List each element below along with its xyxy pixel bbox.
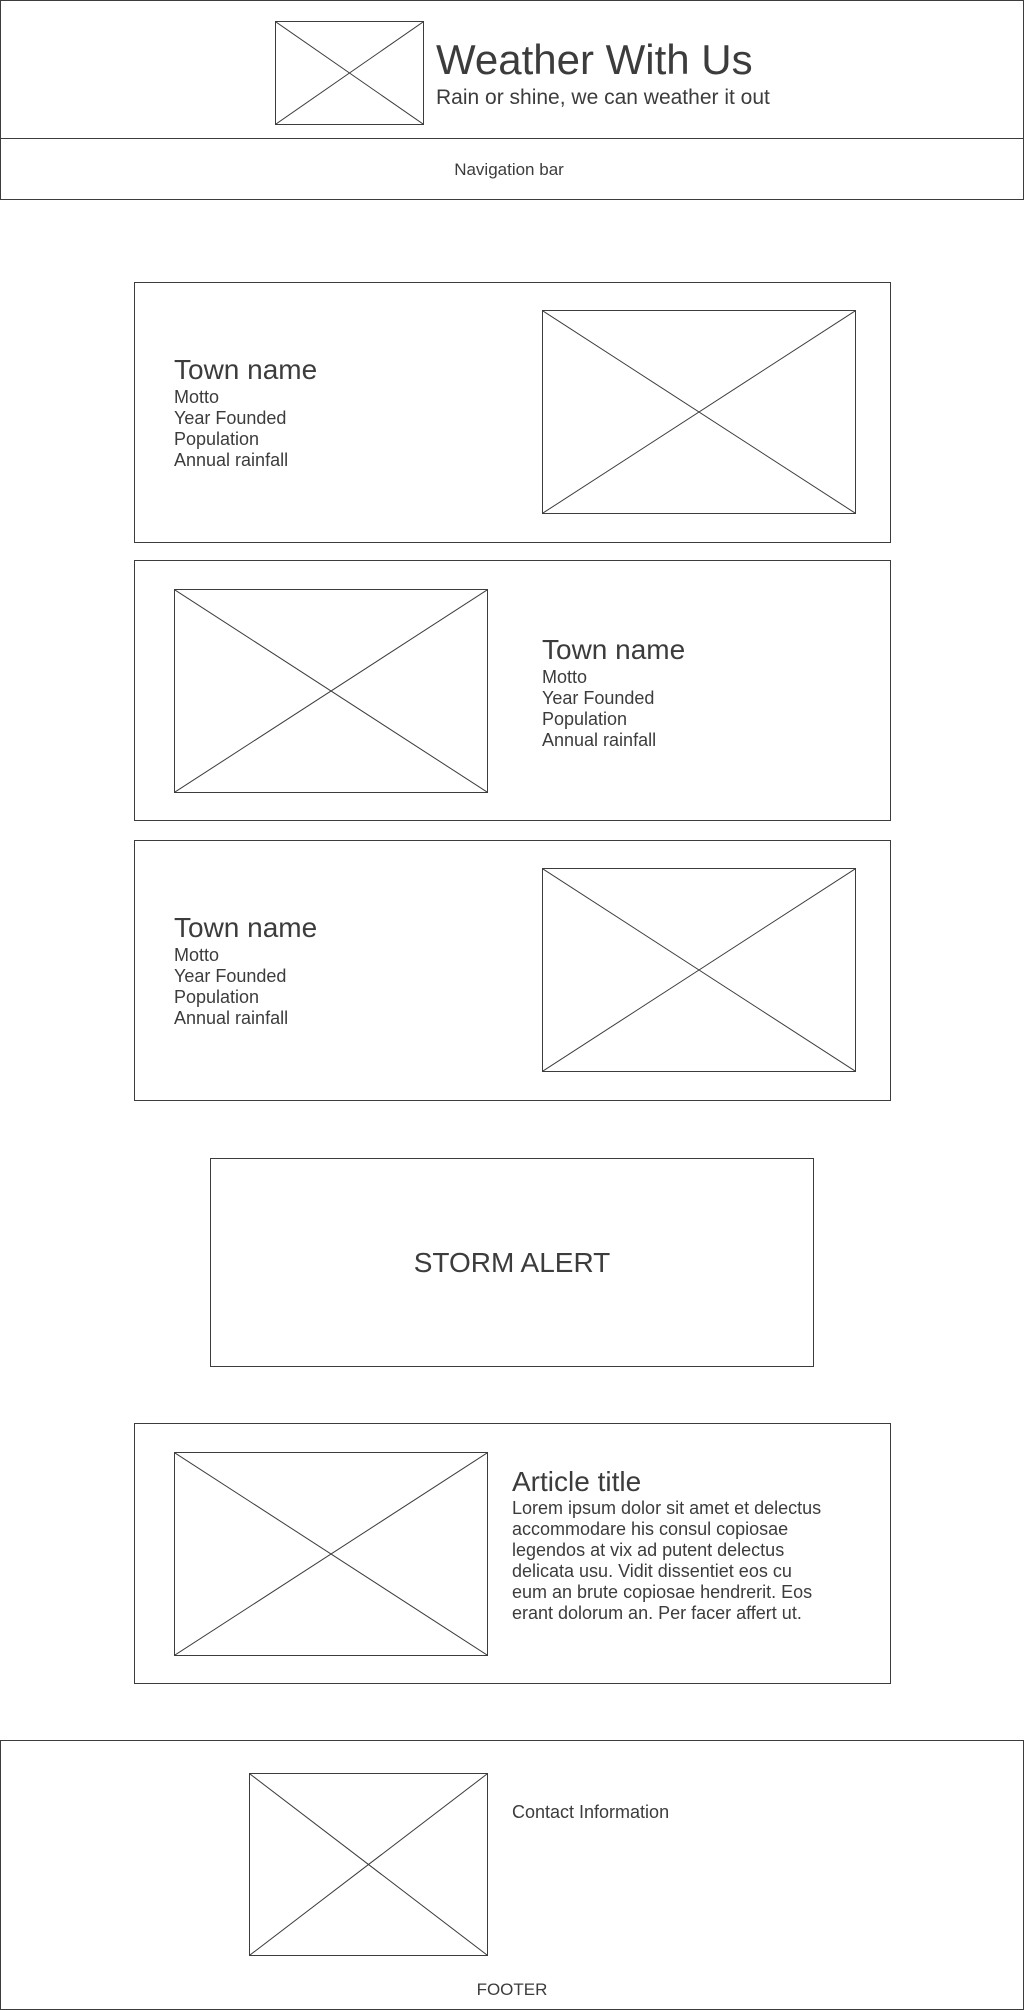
town-year-founded: Year Founded <box>174 408 287 428</box>
article-title: Article title <box>512 1466 642 1497</box>
site-footer <box>0 1740 1024 2010</box>
footer-image <box>249 1773 488 1956</box>
town-year-founded: Year Founded <box>174 966 287 986</box>
contact-information: Contact Information <box>512 1802 670 1822</box>
town-annual-rainfall: Annual rainfall <box>542 730 657 750</box>
town-annual-rainfall: Annual rainfall <box>174 1008 289 1028</box>
town-motto: Motto <box>174 945 220 965</box>
article-body-line: erant dolorum an. Per facer affert ut. <box>512 1603 802 1623</box>
town-image <box>174 589 488 793</box>
image-placeholder-icon <box>543 869 855 1071</box>
town-name: Town name <box>542 634 686 665</box>
town-annual-rainfall: Annual rainfall <box>174 450 289 470</box>
logo-image <box>275 21 424 125</box>
town-name: Town name <box>174 912 318 943</box>
image-placeholder-icon <box>276 22 423 124</box>
town-motto: Motto <box>174 387 220 407</box>
image-placeholder-icon <box>250 1774 487 1955</box>
town-image <box>542 310 856 514</box>
town-name: Town name <box>174 354 318 385</box>
image-placeholder-icon <box>543 311 855 513</box>
town-motto: Motto <box>542 667 588 687</box>
storm-alert-label: STORM ALERT <box>413 1247 611 1278</box>
image-placeholder-icon <box>175 590 487 792</box>
site-subtitle: Rain or shine, we can weather it out <box>436 86 770 109</box>
footer-label: FOOTER <box>476 1980 548 1999</box>
article-body-line: accommodare his consul copiosae <box>512 1519 789 1539</box>
article-body-line: Lorem ipsum dolor sit amet et delectus <box>512 1498 822 1518</box>
navigation-bar-label: Navigation bar <box>454 160 564 179</box>
article-body-line: eum an brute copiosae hendrerit. Eos <box>512 1582 813 1602</box>
town-image <box>542 868 856 1072</box>
site-title: Weather With Us <box>436 36 753 83</box>
image-placeholder-icon <box>175 1453 487 1655</box>
town-population: Population <box>174 429 260 449</box>
town-population: Population <box>174 987 260 1007</box>
article-image <box>174 1452 488 1656</box>
town-year-founded: Year Founded <box>542 688 655 708</box>
article-body-line: legendos at vix ad putent delectus <box>512 1540 785 1560</box>
town-population: Population <box>542 709 628 729</box>
article-body-line: delicata usu. Vidit dissentiet eos cu <box>512 1561 792 1581</box>
